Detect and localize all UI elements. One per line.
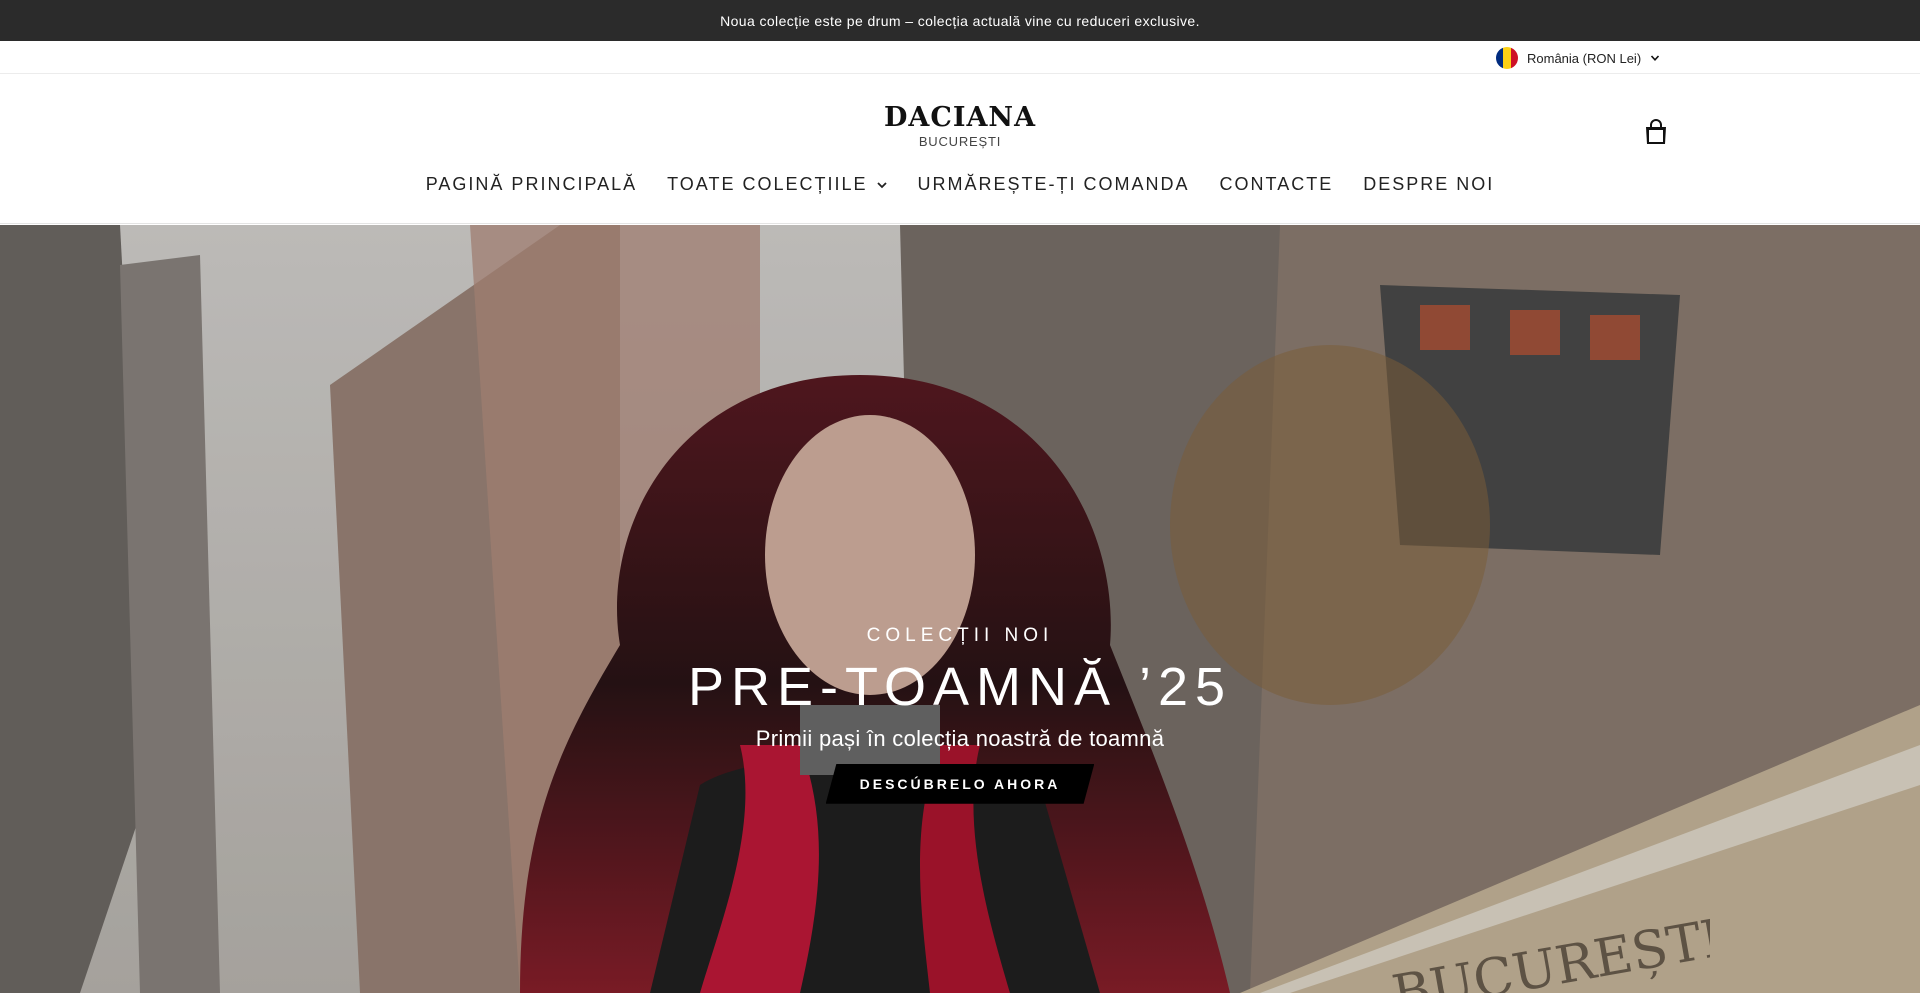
nav-item-contact[interactable]: CONTACTE bbox=[1220, 174, 1334, 195]
nav-item-collections[interactable]: TOATE COLECȚIILE bbox=[667, 174, 887, 195]
hero-overlay bbox=[0, 225, 1920, 993]
nav-item-home[interactable]: PAGINĂ PRINCIPALĂ bbox=[426, 174, 637, 195]
main-navigation: PAGINĂ PRINCIPALĂ TOATE COLECȚIILE URMĂR… bbox=[0, 174, 1920, 195]
site-header: DACIANA BUCUREȘTI PAGINĂ PRINCIPALĂ TOAT… bbox=[0, 74, 1920, 224]
logo-brand-name: DACIANA bbox=[883, 102, 1037, 133]
nav-item-about[interactable]: DESPRE NOI bbox=[1363, 174, 1494, 195]
nav-about-label: DESPRE NOI bbox=[1363, 174, 1495, 194]
nav-item-track-order[interactable]: URMĂREȘTE-ȚI COMANDA bbox=[918, 174, 1190, 195]
country-currency-label: România (RON Lei) bbox=[1527, 50, 1642, 66]
site-logo[interactable]: DACIANA BUCUREȘTI bbox=[0, 104, 1920, 149]
hero-content: COLECȚII NOI PRE-TOAMNĂ ’25 Primii pași … bbox=[0, 625, 1920, 804]
hero-cta-button[interactable]: DESCÚBRELO AHORA bbox=[825, 763, 1095, 804]
shopping-bag-icon[interactable] bbox=[1643, 118, 1669, 146]
logo-city: BUCUREȘTI bbox=[918, 134, 1002, 149]
announcement-text: Noua colecție este pe drum – colecția ac… bbox=[720, 12, 1200, 29]
nav-collections-label: TOATE COLECȚIILE bbox=[667, 174, 868, 194]
hero-eyebrow: COLECȚII NOI bbox=[866, 625, 1054, 646]
nav-home-label: PAGINĂ PRINCIPALĂ bbox=[425, 174, 638, 194]
nav-contact-label: CONTACTE bbox=[1219, 174, 1334, 194]
hero-banner: COLECȚII NOI PRE-TOAMNĂ ’25 Primii pași … bbox=[0, 225, 1920, 993]
announcement-bar: Noua colecție este pe drum – colecția ac… bbox=[0, 0, 1920, 41]
romania-flag-icon bbox=[1496, 47, 1518, 69]
hero-sign-text: BUCUREȘTI bbox=[1388, 908, 1710, 993]
hero-subtitle: Primii pași în colecția noastră de toamn… bbox=[755, 725, 1165, 751]
utility-bar: România (RON Lei) bbox=[0, 41, 1920, 74]
nav-track-order-label: URMĂREȘTE-ȚI COMANDA bbox=[917, 174, 1190, 194]
chevron-down-icon bbox=[1651, 55, 1660, 61]
country-currency-selector[interactable]: România (RON Lei) bbox=[1496, 47, 1660, 69]
chevron-down-icon bbox=[876, 181, 887, 188]
svg-text:BUCUREȘTI: BUCUREȘTI bbox=[1388, 908, 1710, 993]
hero-title: PRE-TOAMNĂ ’25 bbox=[687, 657, 1233, 717]
